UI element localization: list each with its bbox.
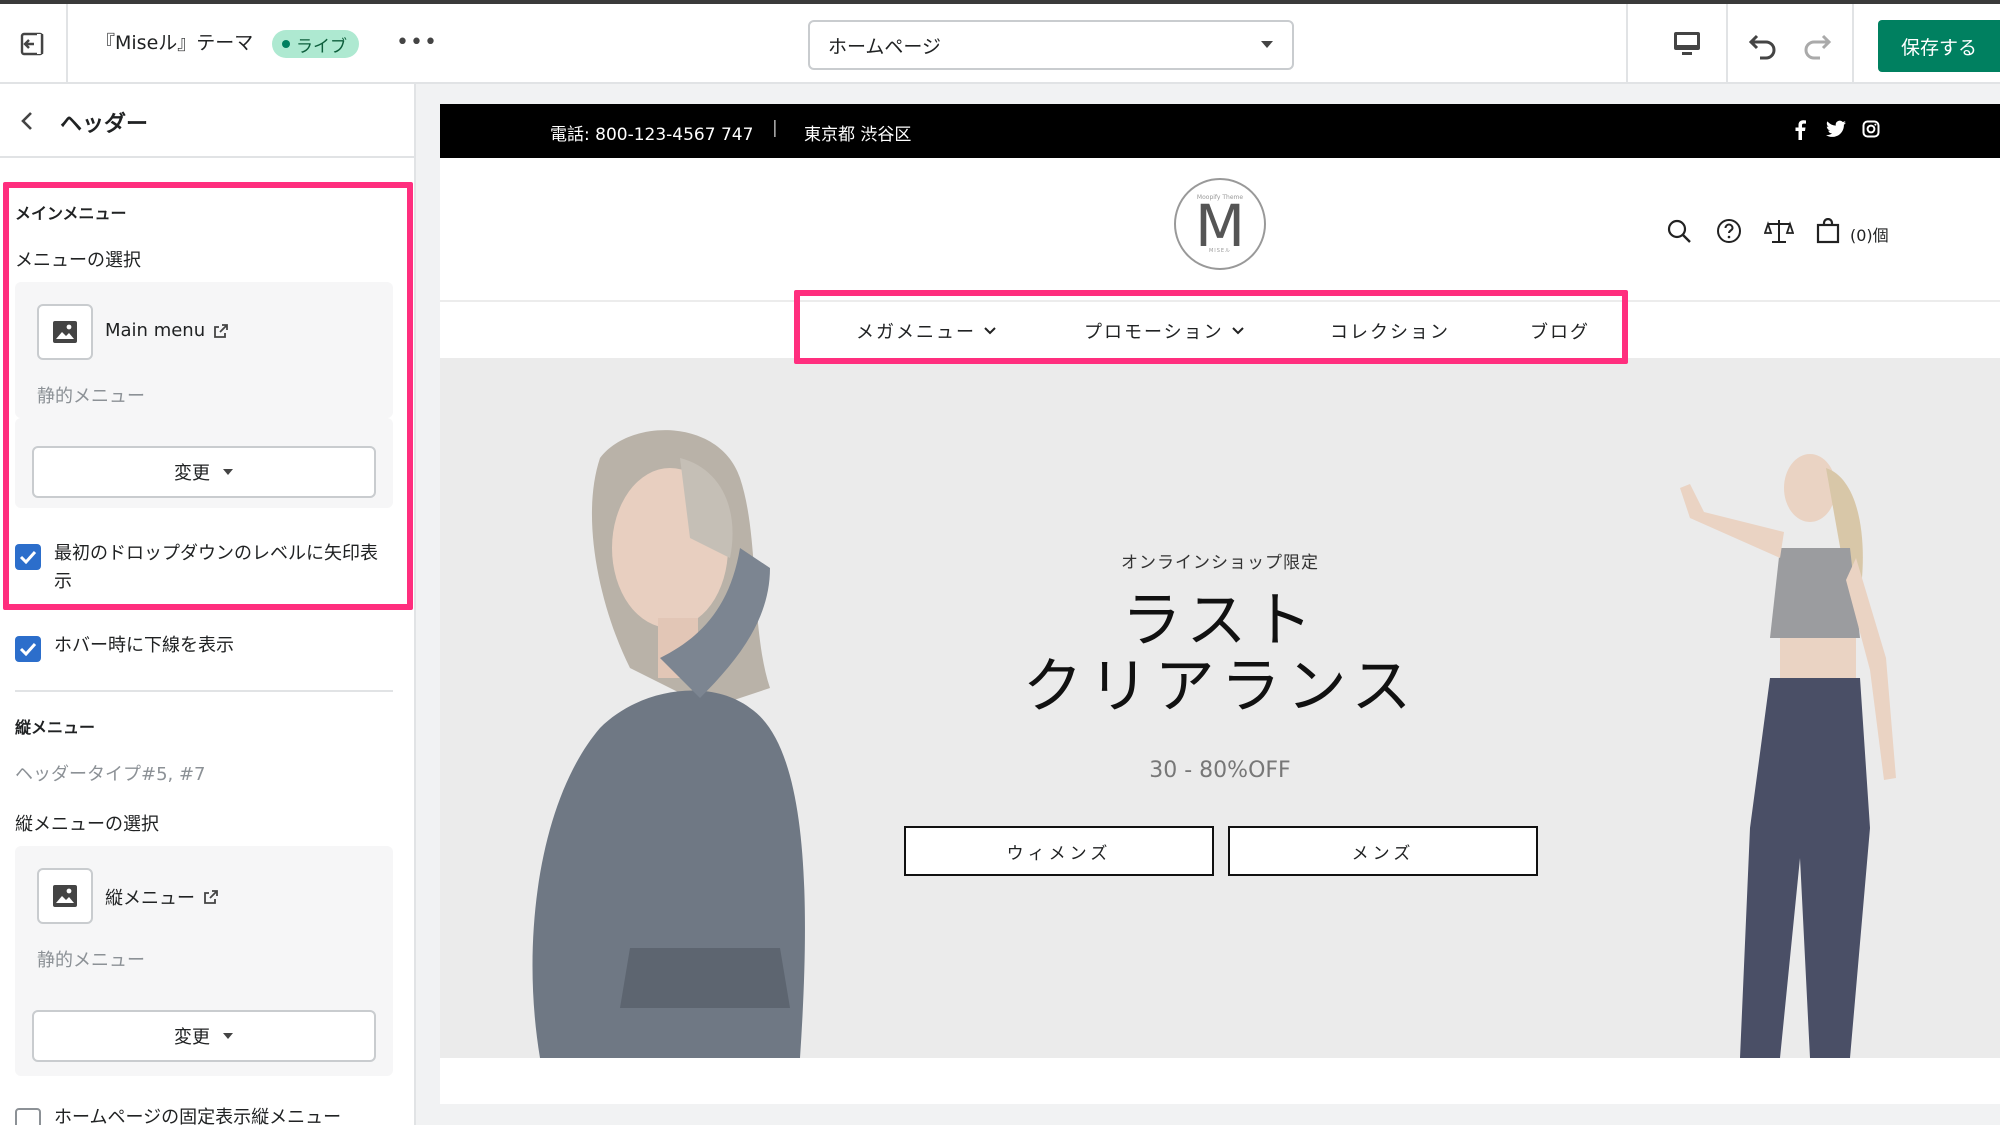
- hero-banner[interactable]: オンラインショップ限定 ラスト クリアランス 30 - 80%OFF ウィメンズ…: [440, 358, 2000, 1058]
- main-menu-card[interactable]: Main menu 静的メニュー: [15, 282, 393, 418]
- section-divider: [15, 690, 393, 692]
- external-link-icon: [214, 323, 229, 338]
- main-menu-section-title: メインメニュー: [15, 204, 127, 223]
- arrow-checkbox[interactable]: [15, 544, 41, 570]
- compare-scale-icon[interactable]: [1763, 218, 1795, 248]
- hero-subtitle: オンラインショップ限定: [1121, 553, 1319, 573]
- main-navigation: メガメニュー プロモーション コレクション ブログ: [440, 302, 2000, 358]
- redo-icon[interactable]: [1800, 28, 1834, 66]
- chevron-down-icon: [984, 327, 996, 335]
- settings-sidebar: ヘッダー メインメニュー メニューの選択 Main menu 静的メニュー 変更…: [0, 84, 416, 1125]
- vertical-menu-select-label: 縦メニューの選択: [15, 814, 159, 835]
- hero-title-line2: クリアランス: [1022, 652, 1418, 722]
- change-label: 変更: [174, 463, 210, 484]
- hero-discount: 30 - 80%OFF: [1149, 758, 1291, 783]
- instagram-icon[interactable]: [1862, 120, 1880, 143]
- store-logo[interactable]: Moopify Theme M MISEル: [1174, 178, 1266, 270]
- nav-item-promotion[interactable]: プロモーション: [1084, 318, 1244, 344]
- arrow-checkbox-label: 最初のドロップダウンのレベルに矢印表示: [54, 543, 378, 592]
- menu-select-label: メニューの選択: [15, 250, 141, 271]
- help-icon[interactable]: [1716, 218, 1742, 248]
- vertical-menu-link[interactable]: 縦メニュー: [105, 884, 219, 910]
- main-menu-link[interactable]: Main menu: [105, 320, 229, 341]
- twitter-icon[interactable]: [1826, 120, 1846, 143]
- live-dot-icon: [282, 40, 290, 48]
- shopping-bag-icon[interactable]: [1816, 217, 1840, 248]
- exit-icon[interactable]: [10, 22, 54, 66]
- chevron-down-icon: [1261, 41, 1273, 48]
- underline-checkbox[interactable]: [15, 636, 41, 662]
- live-badge: ライブ: [272, 30, 359, 58]
- checkmark-icon: [19, 550, 37, 564]
- hero-title-line1: ラスト: [1121, 586, 1319, 656]
- sidebar-header: ヘッダー: [0, 84, 414, 158]
- search-icon[interactable]: [1666, 218, 1692, 248]
- undo-icon[interactable]: [1746, 28, 1780, 66]
- logo-top-text: Moopify Theme: [1196, 194, 1244, 201]
- vertical-menu-change-button[interactable]: 変更: [32, 1010, 376, 1062]
- model-woman-right-image: [1680, 454, 1896, 1058]
- image-icon: [37, 304, 93, 360]
- store-header: Moopify Theme M MISEル (0)個: [440, 158, 2000, 302]
- desktop-icon[interactable]: [1672, 30, 1702, 62]
- back-icon[interactable]: [18, 106, 38, 140]
- announcement-address: 東京都 渋谷区: [804, 125, 912, 145]
- chevron-down-icon: [1231, 327, 1244, 335]
- editor-topbar: 『Miseル』テーマ ライブ ••• ホームページ 保存する: [0, 0, 2000, 84]
- page-select-value: ホームページ: [828, 35, 942, 58]
- vertical-menu-name: 縦メニュー: [105, 888, 195, 909]
- nav-item-mega-menu[interactable]: メガメニュー: [856, 318, 996, 344]
- nav-item-label: ブログ: [1530, 322, 1590, 343]
- hero-title: ラスト クリアランス: [440, 588, 2000, 720]
- nav-item-label: コレクション: [1330, 322, 1450, 343]
- vertical-menu-type: 静的メニュー: [37, 950, 145, 971]
- cart-count: (0)個: [1850, 226, 1889, 245]
- nav-item-collection[interactable]: コレクション: [1330, 318, 1450, 344]
- caret-down-icon: [223, 469, 233, 475]
- vertical-menu-note: ヘッダータイプ#5, #7: [15, 764, 206, 785]
- theme-title: 『Miseル』テーマ: [96, 32, 254, 54]
- vertical-menu-section-title: 縦メニュー: [15, 718, 96, 737]
- announcement-separator: |: [772, 118, 778, 138]
- topbar-divider: [1626, 4, 1628, 84]
- more-actions-button[interactable]: •••: [396, 30, 438, 55]
- mens-button[interactable]: メンズ: [1228, 826, 1538, 876]
- page-select[interactable]: ホームページ: [808, 20, 1294, 70]
- main-menu-name: Main menu: [105, 320, 206, 341]
- nav-item-label: メガメニュー: [856, 322, 976, 343]
- main-menu-type: 静的メニュー: [37, 386, 145, 407]
- facebook-icon[interactable]: [1794, 120, 1806, 145]
- external-link-icon: [204, 890, 218, 904]
- live-badge-label: ライブ: [296, 36, 347, 57]
- topbar-divider: [1852, 4, 1854, 84]
- checkmark-icon: [19, 642, 37, 656]
- logo-bottom-text: MISEル: [1208, 248, 1232, 254]
- topbar-divider: [66, 4, 68, 84]
- save-button[interactable]: 保存する: [1878, 20, 2000, 72]
- change-label: 変更: [174, 1027, 210, 1048]
- model-woman-left-image: [532, 430, 805, 1058]
- nav-item-blog[interactable]: ブログ: [1530, 318, 1590, 344]
- underline-checkbox-label: ホバー時に下線を表示: [54, 635, 234, 656]
- store-preview: 電話: 800-123-4567 747 | 東京都 渋谷区 Moopify T…: [440, 104, 2000, 1104]
- fixed-vertical-menu-checkbox[interactable]: [15, 1108, 41, 1125]
- sidebar-title: ヘッダー: [60, 112, 149, 137]
- topbar-divider: [1726, 4, 1728, 84]
- fixed-vertical-menu-label: ホームページの固定表示縦メニュー: [54, 1107, 342, 1125]
- womens-button[interactable]: ウィメンズ: [904, 826, 1214, 876]
- announcement-bar: 電話: 800-123-4567 747 | 東京都 渋谷区: [440, 104, 2000, 158]
- image-icon: [37, 868, 93, 924]
- nav-item-label: プロモーション: [1084, 322, 1224, 343]
- announcement-phone: 電話: 800-123-4567 747: [550, 125, 754, 145]
- main-menu-change-button[interactable]: 変更: [32, 446, 376, 498]
- caret-down-icon: [223, 1033, 233, 1039]
